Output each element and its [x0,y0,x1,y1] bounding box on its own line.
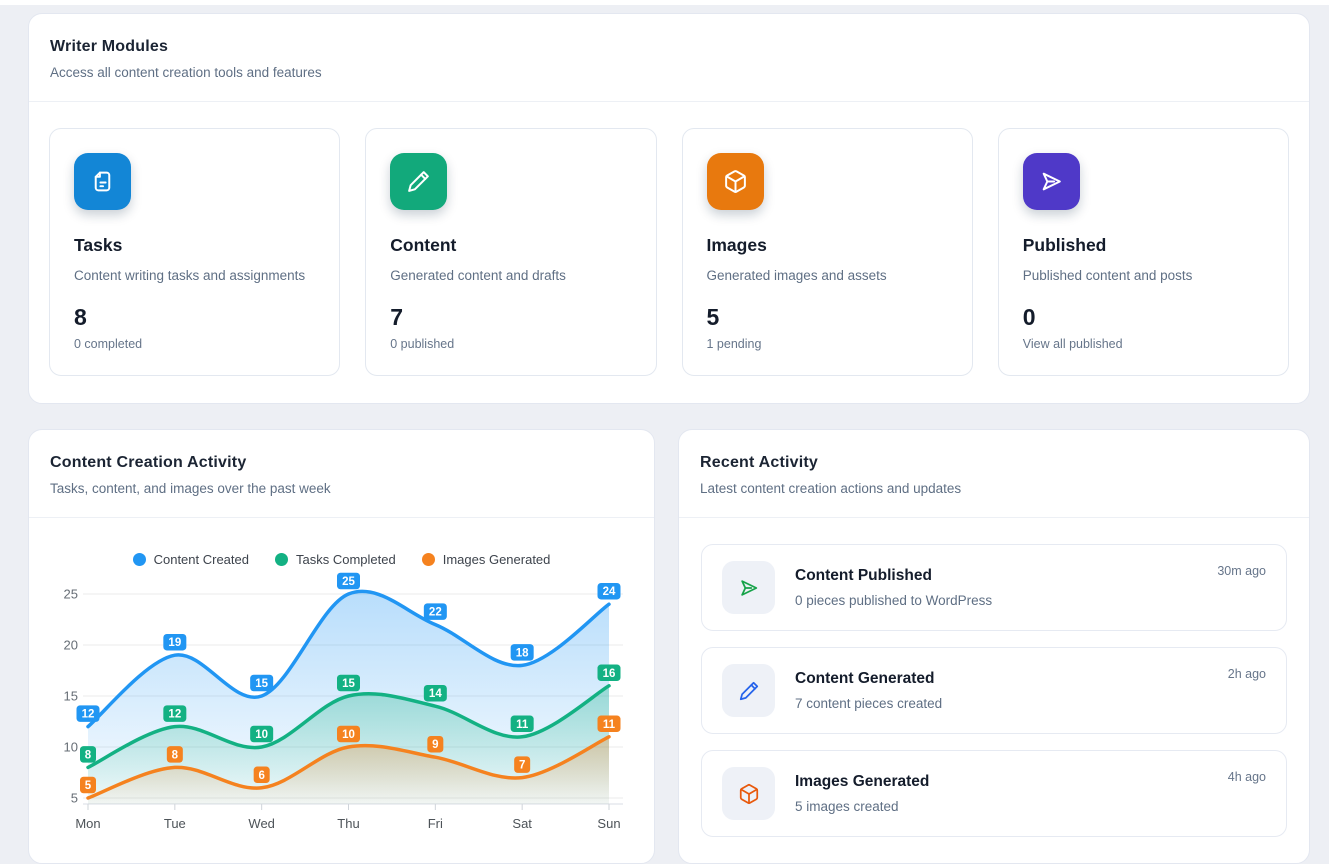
pencil-icon [722,664,775,717]
legend-dot-blue [133,553,146,566]
module-description: Generated images and assets [707,268,948,283]
activity-content: Content Generated 7 content pieces creat… [795,670,1208,711]
svg-text:5: 5 [71,791,78,806]
writer-modules-header: Writer Modules Access all content creati… [29,14,1309,102]
module-description: Content writing tasks and assignments [74,268,315,283]
box-icon [722,767,775,820]
svg-text:5: 5 [85,780,92,792]
svg-text:14: 14 [429,688,442,700]
legend-item-tasks-completed[interactable]: Tasks Completed [275,552,396,567]
svg-text:8: 8 [85,749,92,761]
activity-timestamp: 2h ago [1228,667,1266,681]
activity-description: 5 images created [795,799,1208,814]
svg-text:22: 22 [429,607,442,619]
module-card-images[interactable]: Images Generated images and assets 5 1 p… [682,128,973,376]
writer-modules-panel: Writer Modules Access all content creati… [28,13,1310,404]
svg-text:6: 6 [258,770,264,782]
file-text-icon [74,153,131,210]
svg-text:8: 8 [172,749,179,761]
svg-text:25: 25 [342,576,355,588]
activity-line-chart: 510152025MonTueWedThuFriSatSun1219152522… [45,571,640,841]
legend-dot-green [275,553,288,566]
activity-item-images-generated[interactable]: Images Generated 5 images created 4h ago [701,750,1287,837]
module-title: Content [390,235,631,256]
svg-text:25: 25 [64,587,78,602]
svg-text:15: 15 [64,689,78,704]
send-icon [722,561,775,614]
module-count: 0 [1023,304,1264,331]
activity-list: Content Published 0 pieces published to … [679,518,1309,863]
module-card-tasks[interactable]: Tasks Content writing tasks and assignme… [49,128,340,376]
activity-description: 7 content pieces created [795,696,1208,711]
chart-legend: Content Created Tasks Completed Images G… [45,552,638,567]
legend-label: Content Created [154,552,249,567]
svg-text:20: 20 [64,638,78,653]
module-substat: 0 published [390,337,631,351]
module-count: 5 [707,304,948,331]
chart-title: Content Creation Activity [50,454,633,472]
svg-text:9: 9 [432,739,438,751]
svg-text:12: 12 [82,709,95,721]
page-title: Writer Modules [50,38,1288,56]
module-substat: 1 pending [707,337,948,351]
chart-panel-header: Content Creation Activity Tasks, content… [29,430,654,518]
svg-text:11: 11 [603,719,616,731]
svg-text:12: 12 [168,709,181,721]
pencil-icon [390,153,447,210]
recent-activity-subtitle: Latest content creation actions and upda… [700,481,1288,496]
activity-title: Images Generated [795,773,1208,791]
chart-subtitle: Tasks, content, and images over the past… [50,481,633,496]
svg-text:15: 15 [255,678,268,690]
content-creation-activity-panel: Content Creation Activity Tasks, content… [28,429,655,864]
activity-title: Content Generated [795,670,1208,688]
svg-text:19: 19 [168,637,181,649]
svg-text:10: 10 [342,729,355,741]
activity-title: Content Published [795,567,1197,585]
svg-text:10: 10 [64,740,78,755]
svg-text:11: 11 [516,719,529,731]
page-subtitle: Access all content creation tools and fe… [50,65,1288,80]
module-title: Published [1023,235,1264,256]
activity-content: Content Published 0 pieces published to … [795,567,1197,608]
module-card-published[interactable]: Published Published content and posts 0 … [998,128,1289,376]
svg-text:7: 7 [519,760,525,772]
modules-grid: Tasks Content writing tasks and assignme… [29,102,1309,403]
legend-label: Tasks Completed [296,552,396,567]
svg-text:24: 24 [603,586,616,598]
module-substat: View all published [1023,337,1264,351]
legend-item-images-generated[interactable]: Images Generated [422,552,551,567]
module-substat: 0 completed [74,337,315,351]
svg-text:18: 18 [516,647,529,659]
activity-item-content-generated[interactable]: Content Generated 7 content pieces creat… [701,647,1287,734]
legend-item-content-created[interactable]: Content Created [133,552,249,567]
module-description: Generated content and drafts [390,268,631,283]
svg-text:10: 10 [255,729,268,741]
module-card-content[interactable]: Content Generated content and drafts 7 0… [365,128,656,376]
legend-label: Images Generated [443,552,551,567]
module-count: 7 [390,304,631,331]
module-count: 8 [74,304,315,331]
legend-dot-orange [422,553,435,566]
activity-timestamp: 4h ago [1228,770,1266,784]
recent-activity-panel: Recent Activity Latest content creation … [678,429,1310,864]
svg-text:15: 15 [342,678,355,690]
activity-description: 0 pieces published to WordPress [795,593,1197,608]
activity-item-content-published[interactable]: Content Published 0 pieces published to … [701,544,1287,631]
chart-body: Content Created Tasks Completed Images G… [29,518,654,841]
recent-activity-header: Recent Activity Latest content creation … [679,430,1309,518]
svg-text:16: 16 [603,668,616,680]
box-icon [707,153,764,210]
activity-content: Images Generated 5 images created [795,773,1208,814]
module-description: Published content and posts [1023,268,1264,283]
module-title: Images [707,235,948,256]
send-icon [1023,153,1080,210]
module-title: Tasks [74,235,315,256]
recent-activity-title: Recent Activity [700,454,1288,472]
top-divider-strip [0,0,1329,5]
activity-timestamp: 30m ago [1217,564,1266,578]
